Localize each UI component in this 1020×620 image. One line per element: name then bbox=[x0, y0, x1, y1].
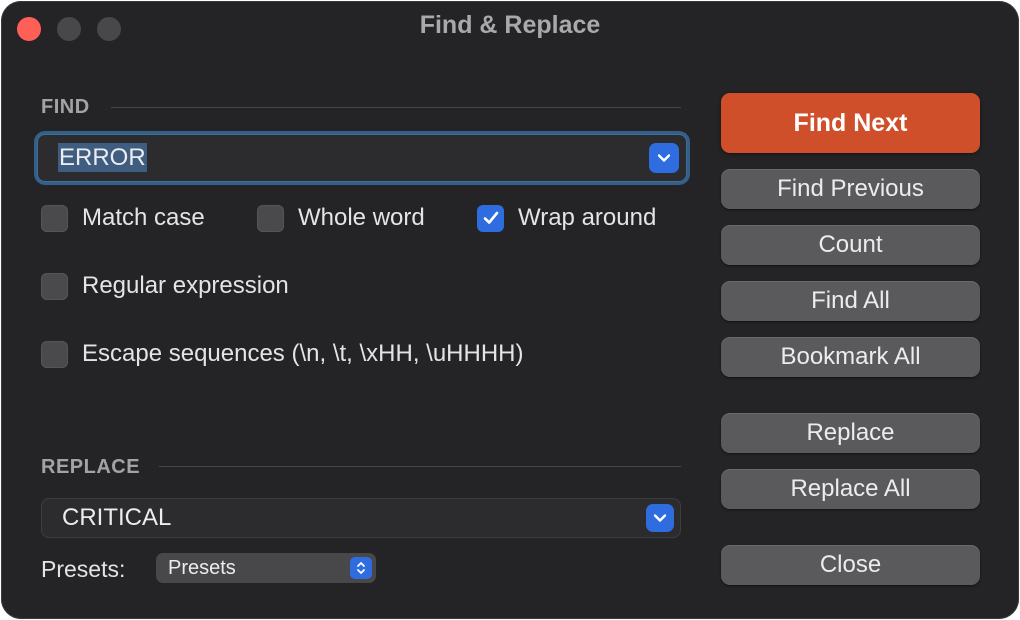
presets-popup[interactable]: Presets bbox=[156, 553, 376, 583]
count-button[interactable]: Count bbox=[721, 225, 980, 265]
match-case-option[interactable]: Match case bbox=[41, 204, 205, 232]
presets-value: Presets bbox=[168, 557, 236, 579]
find-input-value: ERROR bbox=[58, 143, 147, 172]
find-all-button[interactable]: Find All bbox=[721, 281, 980, 321]
whole-word-checkbox[interactable] bbox=[257, 204, 284, 232]
escape-sequences-label: Escape sequences (\n, \t, \xHH, \uHHHH) bbox=[82, 340, 524, 367]
replace-all-button[interactable]: Replace All bbox=[721, 469, 980, 509]
escape-sequences-checkbox[interactable] bbox=[41, 340, 68, 368]
chevron-down-icon[interactable] bbox=[646, 504, 674, 532]
match-case-label: Match case bbox=[82, 204, 205, 231]
replace-section-label: REPLACE bbox=[41, 456, 141, 478]
replace-button[interactable]: Replace bbox=[721, 413, 980, 453]
wrap-around-option[interactable]: Wrap around bbox=[477, 204, 656, 232]
regular-expression-option[interactable]: Regular expression bbox=[41, 272, 289, 300]
replace-input[interactable]: CRITICAL bbox=[62, 504, 171, 532]
whole-word-label: Whole word bbox=[298, 204, 425, 231]
checkmark-icon bbox=[483, 211, 498, 224]
wrap-around-label: Wrap around bbox=[518, 204, 657, 231]
match-case-checkbox[interactable] bbox=[41, 204, 68, 232]
regular-expression-label: Regular expression bbox=[82, 272, 289, 299]
bookmark-all-button[interactable]: Bookmark All bbox=[721, 337, 980, 377]
find-replace-window: Find & Replace FIND ERROR Match case Who… bbox=[1, 1, 1019, 619]
chevron-down-icon[interactable] bbox=[649, 143, 679, 173]
whole-word-option[interactable]: Whole word bbox=[257, 204, 425, 232]
presets-label: Presets: bbox=[41, 556, 126, 582]
replace-section-divider bbox=[159, 466, 681, 467]
regular-expression-checkbox[interactable] bbox=[41, 272, 68, 300]
find-input[interactable]: ERROR bbox=[58, 143, 147, 172]
close-button[interactable]: Close bbox=[721, 545, 980, 585]
find-combo[interactable]: ERROR bbox=[37, 134, 687, 182]
find-section-label: FIND bbox=[41, 96, 90, 118]
find-next-button[interactable]: Find Next bbox=[721, 93, 980, 153]
escape-sequences-option[interactable]: Escape sequences (\n, \t, \xHH, \uHHHH) bbox=[41, 340, 524, 368]
replace-combo[interactable]: CRITICAL bbox=[41, 498, 681, 538]
find-section-divider bbox=[111, 107, 681, 108]
window-title: Find & Replace bbox=[419, 11, 601, 39]
up-down-chevron-icon bbox=[350, 557, 372, 579]
find-previous-button[interactable]: Find Previous bbox=[721, 169, 980, 209]
wrap-around-checkbox[interactable] bbox=[477, 204, 504, 232]
